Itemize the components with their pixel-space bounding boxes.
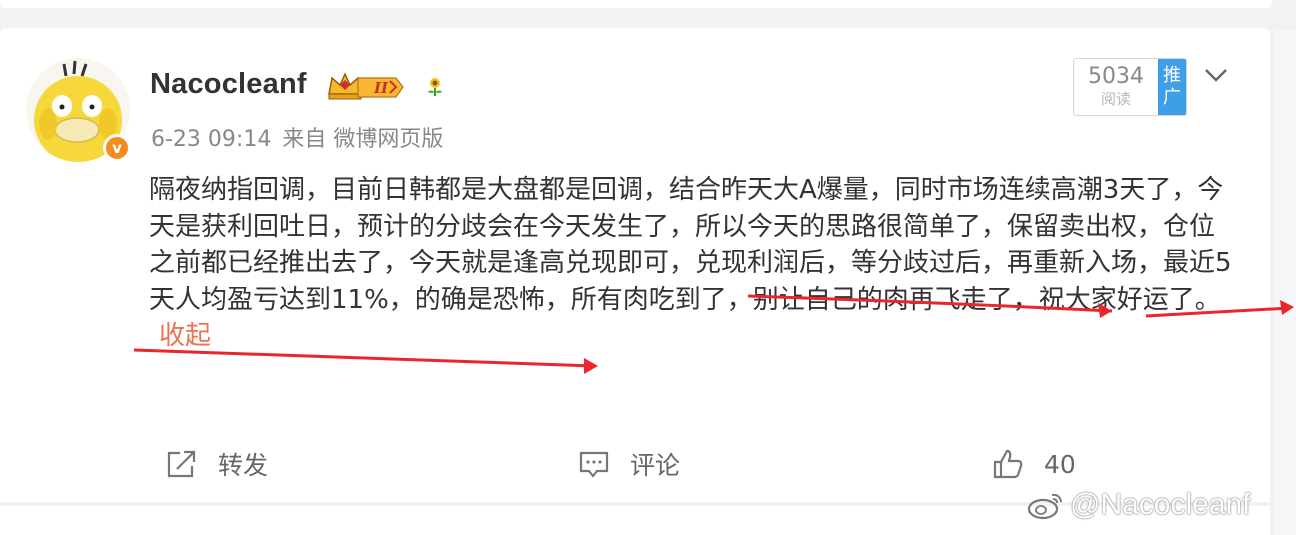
comment-label: 评论 bbox=[630, 451, 681, 480]
sunflower-icon bbox=[428, 78, 442, 96]
read-count-box[interactable]: 5034 阅读 推广 bbox=[1073, 58, 1187, 116]
post-body: 隔夜纳指回调，目前日韩都是大盘都是回调，结合昨天大A爆量，同时市场连续高潮3天了… bbox=[149, 175, 1232, 315]
right-column-edge bbox=[1274, 30, 1296, 535]
vip-crown-badge-icon[interactable]: II bbox=[326, 70, 406, 102]
previous-card-edge bbox=[0, 0, 1272, 8]
watermark-text: @Nacocleanf bbox=[1070, 488, 1251, 521]
comment-button[interactable]: 评论 bbox=[578, 444, 680, 484]
read-count-group: 5034 阅读 bbox=[1074, 59, 1158, 115]
read-count-label: 阅读 bbox=[1100, 90, 1131, 108]
author-name[interactable]: Nacocleanf bbox=[150, 68, 307, 101]
read-count: 5034 bbox=[1088, 64, 1144, 89]
post-timestamp[interactable]: 6-23 09:14 bbox=[151, 127, 271, 152]
forward-icon bbox=[167, 450, 196, 478]
post-source: 来自 微博网页版 bbox=[282, 127, 444, 152]
chevron-down-icon[interactable] bbox=[1202, 64, 1230, 86]
forward-label: 转发 bbox=[218, 451, 269, 480]
forward-button[interactable]: 转发 bbox=[166, 444, 268, 484]
collapse-link[interactable]: 收起 bbox=[159, 321, 211, 351]
weibo-logo-icon bbox=[1027, 493, 1062, 520]
like-count: 40 bbox=[1044, 449, 1076, 479]
post-meta: 6-23 09:14 来自 微博网页版 bbox=[151, 121, 447, 153]
post-text: 隔夜纳指回调，目前日韩都是大盘都是回调，结合昨天大A爆量，同时市场连续高潮3天了… bbox=[149, 172, 1239, 355]
weibo-watermark: @Nacocleanf bbox=[1026, 488, 1251, 522]
level-badge-text: II bbox=[373, 79, 389, 97]
like-thumb-icon bbox=[993, 449, 1023, 479]
verified-badge-icon: v bbox=[103, 134, 131, 162]
promote-button[interactable]: 推广 bbox=[1158, 59, 1186, 115]
like-button[interactable]: 40 bbox=[992, 444, 1076, 484]
comment-icon bbox=[579, 451, 609, 478]
